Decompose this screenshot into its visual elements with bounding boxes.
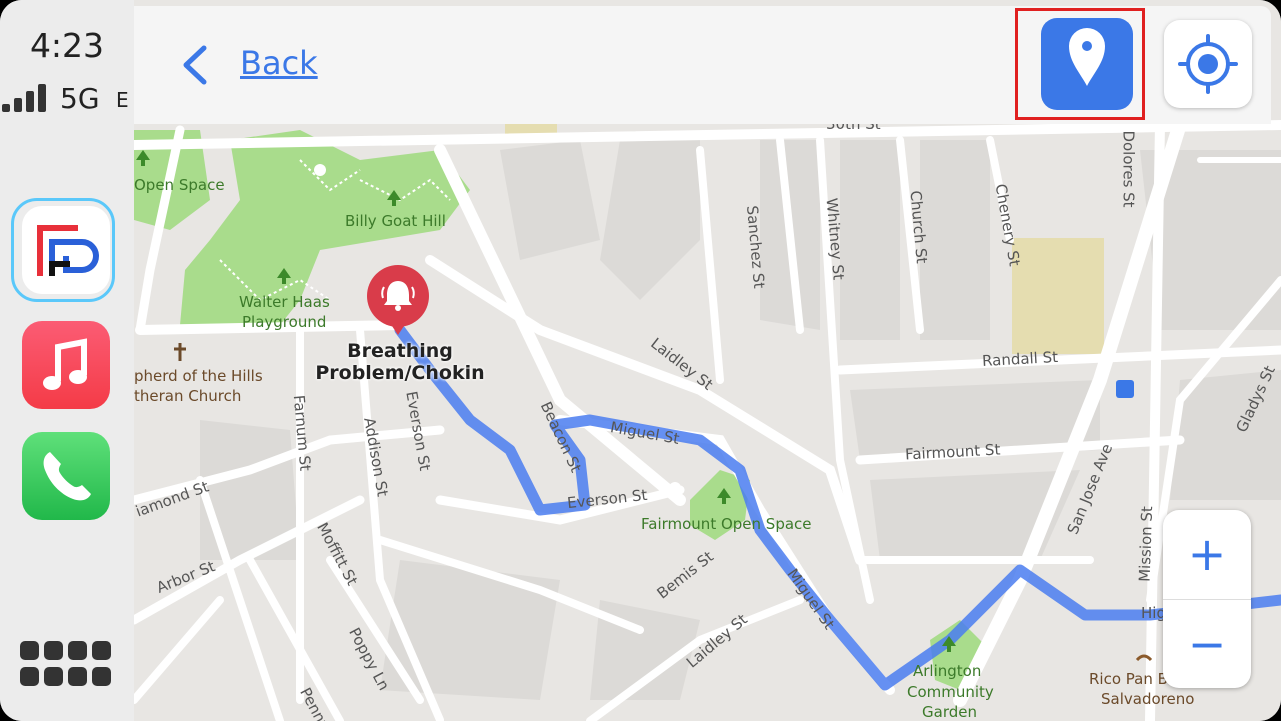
map-label-garden: Garden	[922, 703, 977, 721]
crosshair-icon	[1178, 34, 1238, 94]
map-label-community: Community	[907, 683, 994, 701]
music-app-button[interactable]	[22, 321, 110, 409]
phone-icon	[43, 452, 91, 501]
map-label-church-1: pherd of the Hills	[134, 367, 263, 385]
map-label-billy-goat-hill: Billy Goat Hill	[345, 212, 446, 230]
navigation-app-icon	[37, 225, 99, 276]
map-label-walter-haas: Walter Haas	[239, 293, 330, 311]
network-type-suffix: E	[116, 88, 129, 112]
map-label-rico-pan: Rico Pan B	[1089, 670, 1168, 688]
map-label-mission-st: Mission St	[1135, 505, 1157, 583]
zoom-control: + −	[1163, 510, 1251, 688]
carplay-screen: Open Space Billy Goat Hill Walter Haas P…	[0, 0, 1281, 721]
map-label-fairmount-open-space: Fairmount Open Space	[641, 515, 812, 533]
app-grid-button[interactable]	[20, 641, 112, 691]
map-label-salvadoreno: Salvadoreno	[1101, 690, 1195, 708]
map-label-arlington: Arlington	[913, 662, 982, 680]
incident-label: Breathing Problem/Chokin	[315, 340, 485, 384]
navigation-app-button[interactable]	[22, 206, 110, 294]
incident-marker[interactable]	[365, 265, 431, 337]
recenter-button[interactable]	[1164, 20, 1252, 108]
map-label-playground: Playground	[242, 313, 327, 331]
zoom-out-button[interactable]: −	[1163, 600, 1251, 688]
zoom-in-button[interactable]: +	[1163, 510, 1251, 598]
map-label-open-space: Open Space	[134, 176, 225, 194]
music-note-icon	[43, 338, 87, 390]
network-type: 5G	[60, 82, 100, 115]
highlight-box	[1015, 8, 1145, 120]
map-label-church-2: theran Church	[134, 387, 242, 405]
phone-app-button[interactable]	[22, 432, 110, 520]
map-label-dolores-st: Dolores St	[1119, 130, 1138, 208]
status-time: 4:23	[29, 26, 105, 65]
chevron-left-icon[interactable]	[180, 44, 210, 86]
carplay-dock: 4:23 5G E	[0, 0, 134, 721]
back-button[interactable]: Back	[240, 44, 318, 82]
